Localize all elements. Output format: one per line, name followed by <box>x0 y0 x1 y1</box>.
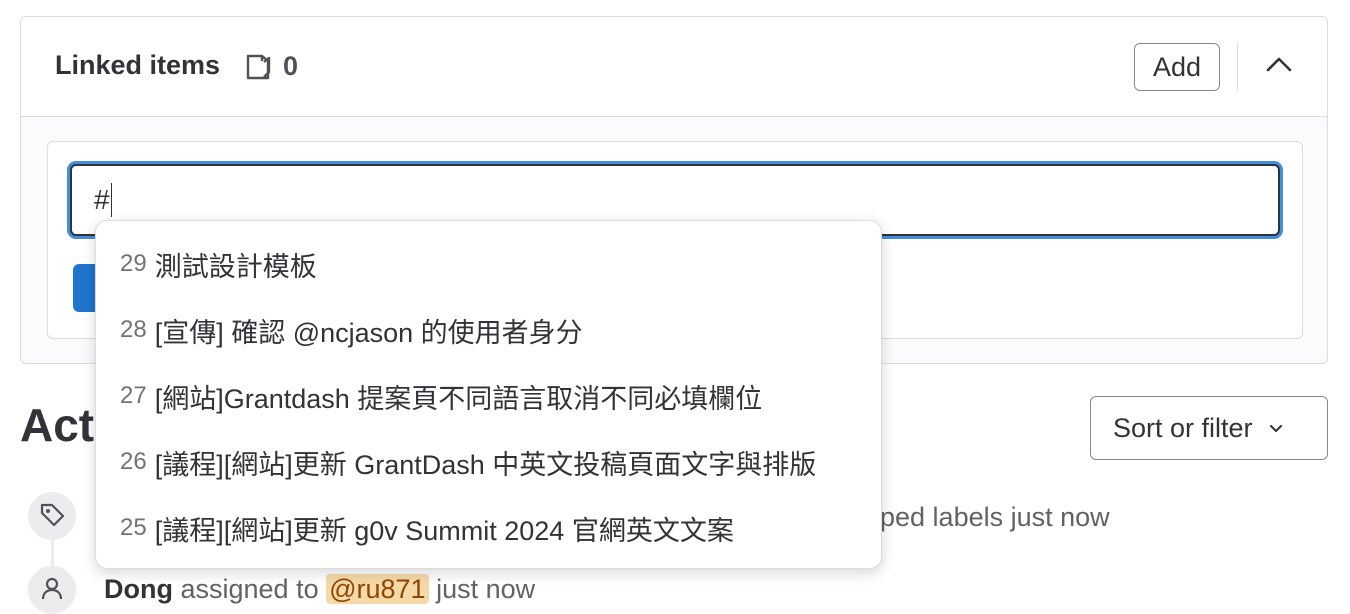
linked-items-count-value: 0 <box>283 51 299 81</box>
event-action: assigned to <box>172 574 327 604</box>
suggestion-title: [宣傳] 確認 @ncjason 的使用者身分 <box>154 317 583 348</box>
suggestion-number: 25 <box>120 514 147 541</box>
linked-items-header: Linked items 0 Add <box>21 17 1327 117</box>
header-divider <box>1237 43 1238 91</box>
suggestion-number: 28 <box>120 316 147 343</box>
issue-type-icon <box>243 52 273 82</box>
event-author[interactable]: Dong <box>104 574 173 604</box>
suggestion-title: [議程][網站]更新 g0v Summit 2024 官網英文文案 <box>154 515 734 546</box>
user-icon <box>38 574 66 607</box>
linked-items-count: 0 <box>243 51 298 82</box>
suggestion-title: [網站]Grantdash 提案頁不同語言取消不同必填欄位 <box>154 383 763 414</box>
suggestion-number: 26 <box>120 448 147 475</box>
suggestion-item[interactable]: 29 測試設計模板 <box>96 231 881 297</box>
sort-or-filter-label: Sort or filter <box>1113 412 1253 443</box>
suggestion-item[interactable]: 25 [議程][網站]更新 g0v Summit 2024 官網英文文案 <box>96 495 881 561</box>
suggestion-title: [議程][網站]更新 GrantDash 中英文投稿頁面文字與排版 <box>154 449 817 480</box>
sort-or-filter-dropdown[interactable]: Sort or filter <box>1090 396 1328 460</box>
user-mention[interactable]: @ru871 <box>326 574 429 604</box>
event-time: just now <box>428 574 536 604</box>
linked-items-title: Linked items <box>55 50 221 80</box>
chevron-up-icon <box>1264 50 1294 85</box>
suggestion-item[interactable]: 27 [網站]Grantdash 提案頁不同語言取消不同必填欄位 <box>96 363 881 429</box>
collapse-button[interactable] <box>1259 47 1299 87</box>
timeline-event-icon <box>28 492 76 540</box>
label-icon <box>38 500 66 533</box>
issue-suggestions-dropdown: 29 測試設計模板 28 [宣傳] 確認 @ncjason 的使用者身分 27 … <box>95 220 882 569</box>
suggestion-item[interactable]: 26 [議程][網站]更新 GrantDash 中英文投稿頁面文字與排版 <box>96 429 881 495</box>
add-linked-item-button[interactable]: Add <box>1134 43 1220 91</box>
suggestion-number: 29 <box>120 250 147 277</box>
chevron-down-icon <box>1267 419 1285 437</box>
text-caret <box>110 183 113 217</box>
activity-heading: Act <box>20 399 95 451</box>
input-value: # <box>94 184 110 215</box>
suggestion-item[interactable]: 28 [宣傳] 確認 @ncjason 的使用者身分 <box>96 297 881 363</box>
suggestion-number: 27 <box>120 382 147 409</box>
suggestion-title: 測試設計模板 <box>154 251 317 282</box>
timeline-event-text: ped labels just now <box>880 502 1110 532</box>
timeline-event-icon <box>28 566 76 614</box>
